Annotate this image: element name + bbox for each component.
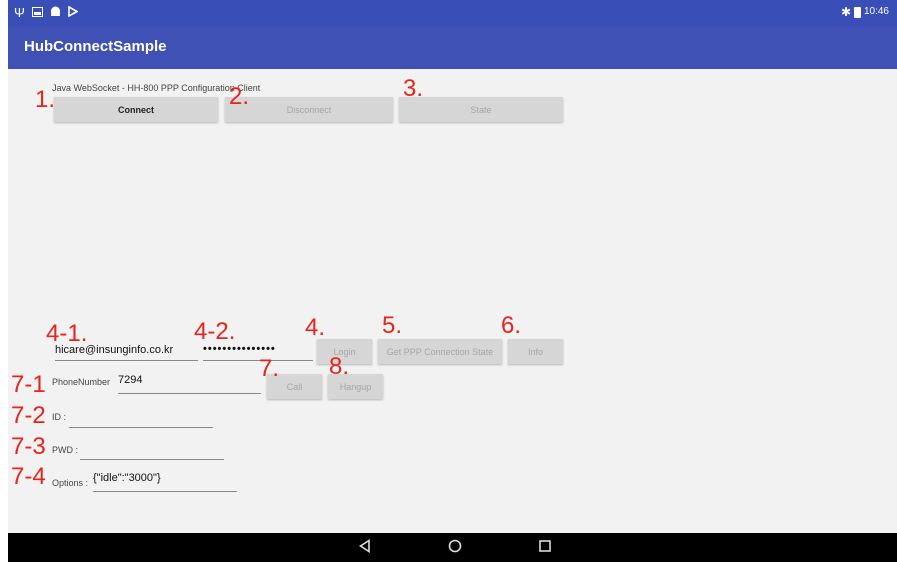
disconnect-button[interactable]: Disconnect (225, 97, 393, 122)
annotation-8: 8. (329, 353, 350, 380)
app-bar: HubConnectSample (8, 27, 897, 69)
bluetooth-icon: ✱ (840, 5, 851, 19)
annotation-5: 5. (382, 312, 403, 339)
id-field[interactable] (69, 409, 213, 428)
annotation-1: 1. (35, 86, 56, 113)
id-label: ID : (52, 412, 67, 422)
clock: 10:46 (863, 6, 889, 17)
options-field[interactable]: {"idle":"3000"} (93, 472, 237, 492)
play-store-icon (68, 5, 79, 20)
device-screen: Ψ ✱ 10:46 HubConnectSample Java WebSocke… (8, 0, 897, 562)
navigation-bar (8, 533, 897, 562)
annotation-7: 7. (259, 355, 280, 382)
phone-number-label: PhoneNumber (52, 377, 111, 387)
annotation-7-1: 7-1 (11, 371, 46, 398)
annotation-7-2: 7-2 (11, 402, 46, 429)
connect-button[interactable]: Connect (54, 97, 218, 122)
usb-icon: Ψ (14, 5, 25, 20)
get-ppp-state-button[interactable]: Get PPP Connection State (378, 339, 502, 364)
annotation-4-1: 4-1. (46, 320, 88, 347)
annotation-3: 3. (403, 75, 424, 102)
annotation-2: 2. (229, 83, 250, 110)
back-icon[interactable] (358, 539, 372, 558)
pwd-field[interactable] (80, 441, 224, 460)
phone-number-field[interactable]: 7294 (118, 374, 261, 394)
annotation-6: 6. (501, 312, 522, 339)
recents-icon[interactable] (538, 539, 552, 558)
annotation-4: 4. (305, 314, 326, 341)
android-debug-icon (50, 6, 61, 20)
status-bar: Ψ ✱ 10:46 (8, 0, 897, 27)
annotation-7-4: 7-4 (11, 463, 46, 490)
home-icon[interactable] (448, 539, 462, 558)
annotation-7-3: 7-3 (11, 433, 46, 460)
battery-icon (854, 7, 861, 18)
annotation-4-2: 4-2. (194, 318, 236, 345)
pwd-label: PWD : (52, 445, 78, 455)
app-title: HubConnectSample (24, 38, 167, 55)
state-button[interactable]: State (399, 97, 563, 122)
info-button[interactable]: Info (508, 339, 563, 364)
image-icon (32, 6, 43, 20)
options-label: Options : (52, 478, 89, 488)
password-field[interactable]: ••••••••••••••• (203, 343, 313, 361)
